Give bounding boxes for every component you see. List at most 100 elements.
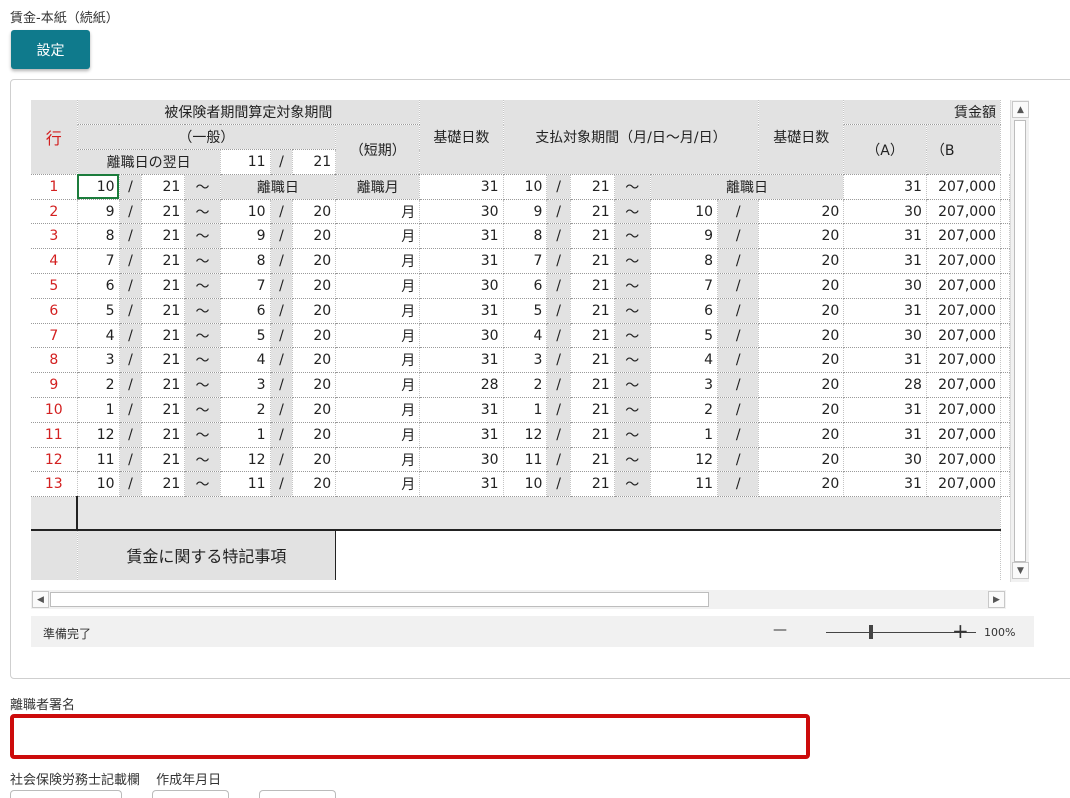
from-day-cell[interactable]: 21 xyxy=(141,471,186,498)
day-after-day-cell[interactable]: 21 xyxy=(292,149,337,175)
from-month-cell[interactable]: 10 xyxy=(77,174,120,200)
zoom-in-icon[interactable]: + xyxy=(952,619,969,643)
base-days-cell[interactable]: 28 xyxy=(419,372,504,399)
pay-to-day-cell[interactable]: 20 xyxy=(758,298,845,324)
date-field-year[interactable] xyxy=(10,790,122,798)
pay-to-day-cell[interactable]: 20 xyxy=(758,397,845,423)
from-month-cell[interactable]: 10 xyxy=(77,471,120,498)
pay-from-month-cell[interactable]: 10 xyxy=(503,471,548,498)
wage-b-cell[interactable] xyxy=(1000,298,1010,324)
base-days-cell[interactable]: 30 xyxy=(419,273,504,299)
zoom-out-icon[interactable]: — xyxy=(773,622,787,638)
to-month-cell[interactable]: 7 xyxy=(220,273,271,299)
to-month-cell[interactable]: 12 xyxy=(220,447,271,473)
pay-to-day-cell[interactable]: 20 xyxy=(758,199,845,225)
to-month-cell[interactable]: 9 xyxy=(220,223,271,250)
to-month-cell[interactable]: 8 xyxy=(220,248,271,275)
from-day-cell[interactable]: 21 xyxy=(141,174,186,200)
to-day-cell[interactable]: 20 xyxy=(292,397,337,423)
wage-a-cell[interactable]: 207,000 xyxy=(926,447,1002,473)
pay-from-month-cell[interactable]: 8 xyxy=(503,223,548,250)
spreadsheet-grid[interactable]: 行 被保険者期間算定対象期間 基礎日数 支払対象期間（月/日～月/日） 基礎日数… xyxy=(31,100,1010,582)
pay-from-day-cell[interactable]: 21 xyxy=(570,273,615,299)
wage-a-cell[interactable]: 207,000 xyxy=(926,397,1002,423)
from-day-cell[interactable]: 21 xyxy=(141,323,186,349)
to-month-cell[interactable]: 11 xyxy=(220,471,271,498)
pay-from-month-cell[interactable]: 7 xyxy=(503,248,548,275)
from-month-cell[interactable]: 1 xyxy=(77,397,120,423)
wage-b-cell[interactable] xyxy=(1000,174,1010,200)
base-days-2-cell[interactable]: 30 xyxy=(843,323,927,349)
base-days-2-cell[interactable]: 31 xyxy=(843,174,927,200)
pay-to-day-cell[interactable]: 20 xyxy=(758,471,845,498)
from-day-cell[interactable]: 21 xyxy=(141,298,186,324)
pay-to-day-cell[interactable]: 20 xyxy=(758,372,845,399)
pay-to-month-cell[interactable]: 1 xyxy=(650,422,719,448)
base-days-cell[interactable]: 31 xyxy=(419,223,504,250)
base-days-cell[interactable]: 31 xyxy=(419,471,504,498)
pay-to-month-cell[interactable]: 6 xyxy=(650,298,719,324)
wage-a-cell[interactable]: 207,000 xyxy=(926,223,1002,250)
pay-from-day-cell[interactable]: 21 xyxy=(570,397,615,423)
pay-from-month-cell[interactable]: 5 xyxy=(503,298,548,324)
pay-from-month-cell[interactable]: 1 xyxy=(503,397,548,423)
from-month-cell[interactable]: 2 xyxy=(77,372,120,399)
signature-input[interactable] xyxy=(10,714,810,759)
to-day-cell[interactable]: 20 xyxy=(292,422,337,448)
pay-from-day-cell[interactable]: 21 xyxy=(570,422,615,448)
to-month-cell[interactable]: 4 xyxy=(220,347,271,374)
from-day-cell[interactable]: 21 xyxy=(141,273,186,299)
base-days-cell[interactable]: 30 xyxy=(419,199,504,225)
base-days-cell[interactable]: 31 xyxy=(419,347,504,374)
pay-from-month-cell[interactable]: 4 xyxy=(503,323,548,349)
to-day-cell[interactable]: 20 xyxy=(292,248,337,275)
pay-to-day-cell[interactable]: 20 xyxy=(758,447,845,473)
from-day-cell[interactable]: 21 xyxy=(141,397,186,423)
from-month-cell[interactable]: 9 xyxy=(77,199,120,225)
wage-a-cell[interactable]: 207,000 xyxy=(926,422,1002,448)
to-day-cell[interactable]: 20 xyxy=(292,372,337,399)
day-after-month-cell[interactable]: 11 xyxy=(220,149,271,175)
pay-to-day-cell[interactable]: 20 xyxy=(758,422,845,448)
to-month-cell[interactable]: 2 xyxy=(220,397,271,423)
base-days-cell[interactable]: 31 xyxy=(419,298,504,324)
to-day-cell[interactable]: 20 xyxy=(292,323,337,349)
wage-b-cell[interactable] xyxy=(1000,422,1010,448)
base-days-2-cell[interactable]: 31 xyxy=(843,471,927,498)
scroll-left-icon[interactable]: ◀ xyxy=(32,591,49,608)
from-month-cell[interactable]: 7 xyxy=(77,248,120,275)
wage-b-cell[interactable] xyxy=(1000,471,1010,498)
from-month-cell[interactable]: 11 xyxy=(77,447,120,473)
from-month-cell[interactable]: 5 xyxy=(77,298,120,324)
pay-to-month-cell[interactable]: 11 xyxy=(650,471,719,498)
pay-to-day-cell[interactable]: 20 xyxy=(758,273,845,299)
pay-to-day-cell[interactable]: 20 xyxy=(758,223,845,250)
pay-from-month-cell[interactable]: 11 xyxy=(503,447,548,473)
zoom-slider-thumb[interactable] xyxy=(869,625,873,639)
scroll-right-icon[interactable]: ▶ xyxy=(988,591,1005,608)
from-month-cell[interactable]: 6 xyxy=(77,273,120,299)
wage-a-cell[interactable]: 207,000 xyxy=(926,273,1002,299)
to-day-cell[interactable]: 20 xyxy=(292,199,337,225)
to-day-cell[interactable]: 20 xyxy=(292,223,337,250)
base-days-2-cell[interactable]: 30 xyxy=(843,199,927,225)
remarks-input[interactable] xyxy=(335,529,1001,580)
from-day-cell[interactable]: 21 xyxy=(141,347,186,374)
pay-to-month-cell[interactable]: 2 xyxy=(650,397,719,423)
pay-from-month-cell[interactable]: 10 xyxy=(503,174,548,200)
base-days-cell[interactable]: 31 xyxy=(419,174,504,200)
pay-from-day-cell[interactable]: 21 xyxy=(570,372,615,399)
wage-b-cell[interactable] xyxy=(1000,223,1010,250)
pay-from-month-cell[interactable]: 3 xyxy=(503,347,548,374)
wage-b-cell[interactable] xyxy=(1000,397,1010,423)
base-days-cell[interactable]: 30 xyxy=(419,447,504,473)
horizontal-scroll-thumb[interactable] xyxy=(50,592,709,607)
pay-from-day-cell[interactable]: 21 xyxy=(570,298,615,324)
wage-a-cell[interactable]: 207,000 xyxy=(926,298,1002,324)
scroll-up-icon[interactable]: ▲ xyxy=(1012,101,1029,118)
pay-to-month-cell[interactable]: 4 xyxy=(650,347,719,374)
from-day-cell[interactable]: 21 xyxy=(141,372,186,399)
wage-a-cell[interactable]: 207,000 xyxy=(926,323,1002,349)
pay-from-month-cell[interactable]: 12 xyxy=(503,422,548,448)
pay-from-day-cell[interactable]: 21 xyxy=(570,471,615,498)
